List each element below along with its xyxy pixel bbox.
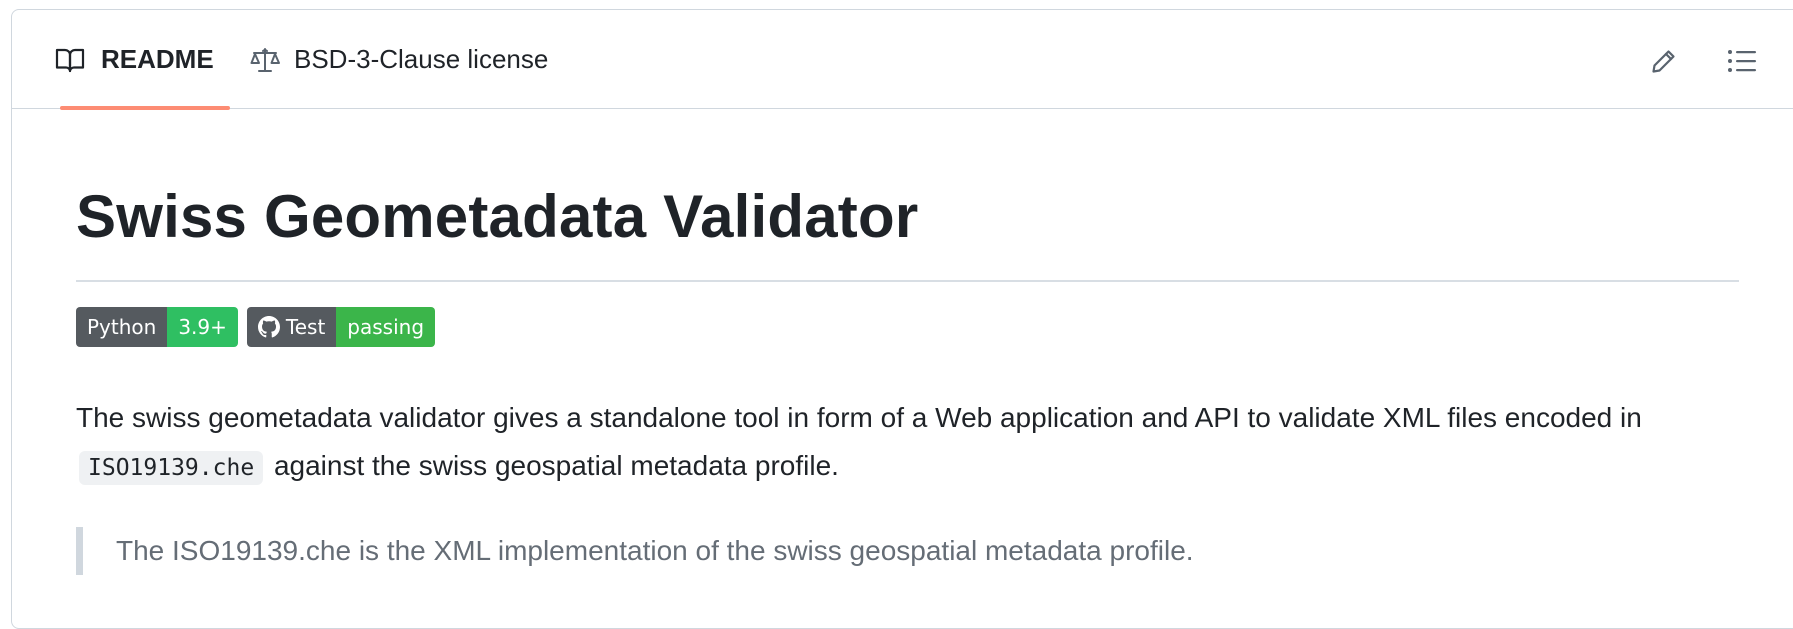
readme-title: Swiss Geometadata Validator	[76, 183, 919, 250]
active-tab-underline	[60, 106, 230, 110]
badge-label: Test	[285, 315, 326, 339]
badge-value: 3.9+	[167, 307, 238, 347]
inline-code: ISO19139.che	[79, 451, 264, 485]
edit-readme-button[interactable]	[1642, 41, 1686, 85]
scale-icon	[250, 46, 280, 74]
blockquote-text: The ISO19139.che is the XML implementati…	[116, 535, 1194, 566]
blockquote: The ISO19139.che is the XML implementati…	[76, 527, 1194, 575]
list-icon	[1727, 48, 1757, 79]
badge-label-with-icon: Test	[246, 307, 337, 347]
tab-license[interactable]: BSD-3-Clause license	[250, 10, 548, 109]
tab-readme-label: README	[101, 44, 214, 74]
description-text-after: against the swiss geospatial metadata pr…	[273, 450, 839, 481]
book-icon	[55, 47, 85, 73]
outline-button[interactable]	[1720, 41, 1764, 85]
description-paragraph: The swiss geometadata validator gives a …	[76, 394, 1776, 492]
tab-license-label: BSD-3-Clause license	[294, 44, 549, 74]
badge-value: passing	[336, 307, 436, 347]
badge-label: Python	[76, 307, 168, 347]
tab-readme[interactable]: README	[43, 10, 230, 110]
description-text: The swiss geometadata validator gives a …	[76, 402, 1642, 433]
github-icon	[257, 316, 280, 338]
readme-tab-bar: README BSD-3-Clause license	[12, 10, 1793, 110]
python-version-badge[interactable]: Python 3.9+	[76, 307, 238, 347]
badge-row: Python 3.9+ Test passing	[76, 307, 444, 347]
test-status-badge[interactable]: Test passing	[246, 307, 436, 347]
title-divider	[76, 280, 1739, 282]
readme-panel: README BSD-3-Clause license Swiss Geomet…	[11, 9, 1793, 629]
pencil-icon	[1650, 47, 1678, 80]
